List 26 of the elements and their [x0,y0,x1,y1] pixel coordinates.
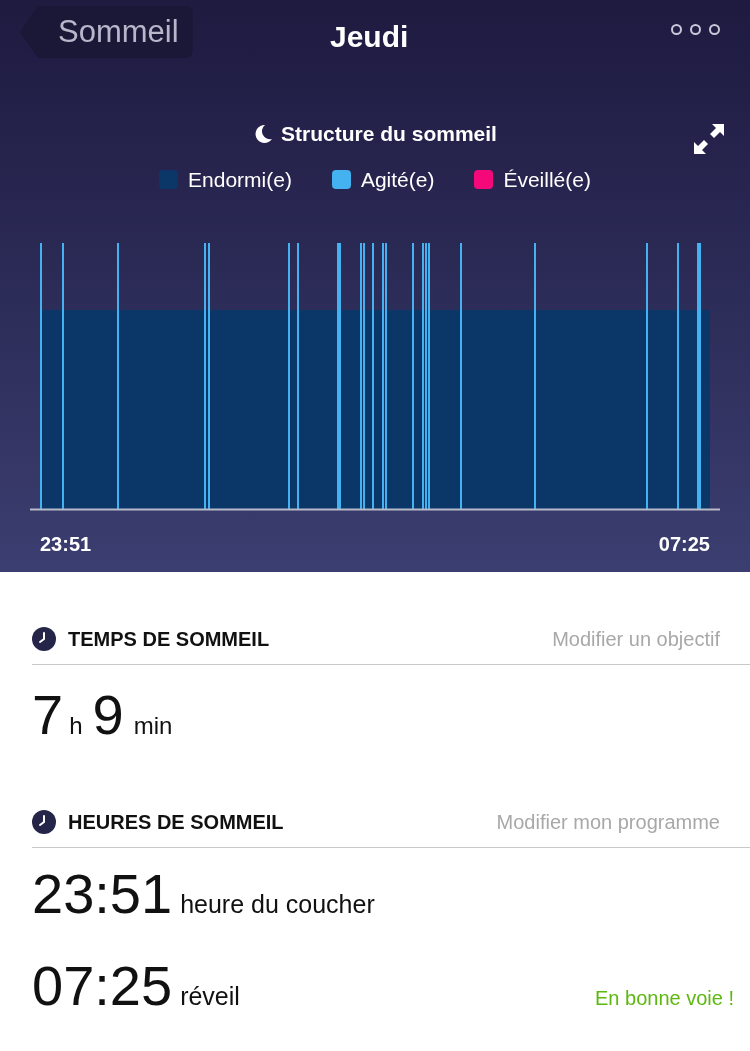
legend-label: Agité(e) [360,166,435,193]
more-button[interactable] [671,24,720,35]
time-label: heure du coucher [180,889,376,920]
minutes-unit: min [133,711,173,741]
status-text: En bonne voie ! [595,986,734,1011]
page-title: Jeudi [330,19,409,55]
time-value: 23:51 [32,861,173,927]
clock-icon [32,810,56,834]
back-button[interactable]: Sommeil [20,6,193,58]
expand-icon[interactable] [692,122,726,156]
moon-icon [253,123,274,144]
legend-label: Endormi(e) [188,166,292,193]
end-time-label: 07:25 [658,532,710,557]
start-time-label: 23:51 [40,532,92,557]
edit-goal-link[interactable]: Modifier un objectif [552,624,720,654]
minutes-value: 9 [92,682,124,748]
legend-label: Éveillé(e) [503,166,591,193]
time-value: 07:25 [32,953,173,1019]
section-heading: TEMPS DE SOMMEIL [68,627,271,652]
clock-icon [32,627,56,651]
time-label: réveil [180,981,241,1012]
hours-unit: h [69,711,83,741]
chart-title: Structure du sommeil [281,121,497,147]
section-heading: HEURES DE SOMMEIL [68,810,285,835]
edit-schedule-link[interactable]: Modifier mon programme [496,807,720,837]
hours-value: 7 [32,682,64,748]
